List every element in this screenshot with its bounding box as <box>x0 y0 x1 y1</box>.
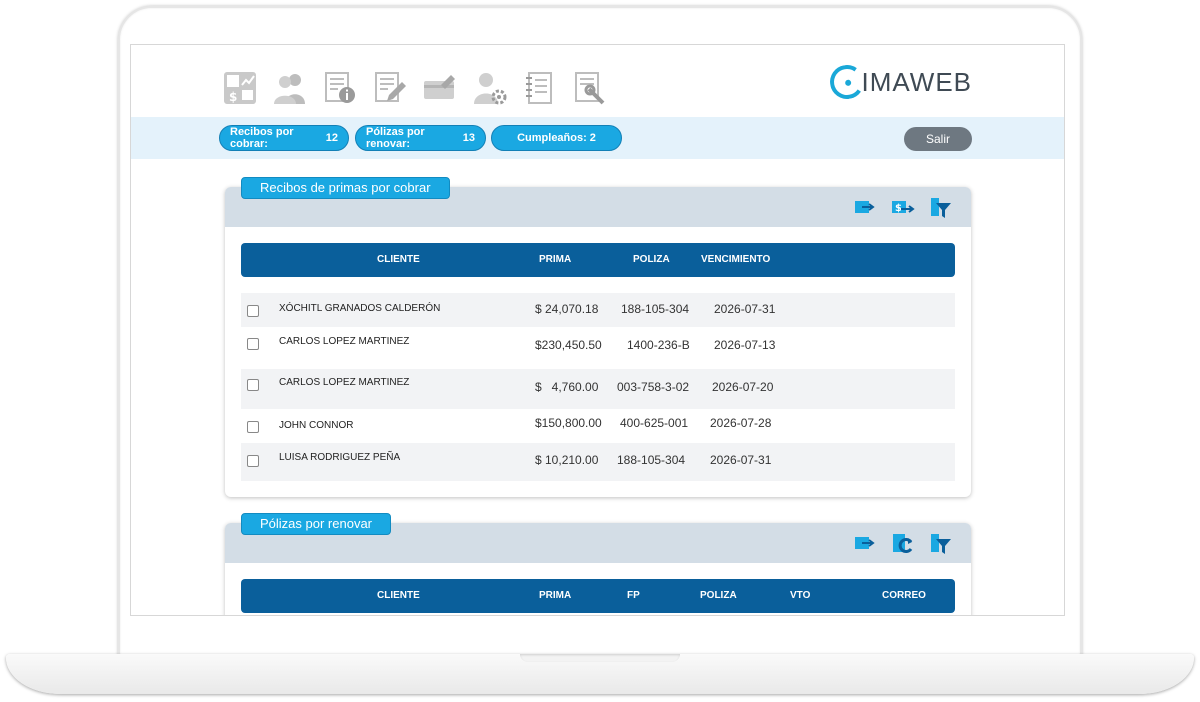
cumpleanos-count: 2 <box>589 132 596 144</box>
row-poliza: 188-105-304 <box>617 453 686 467</box>
logo-mark-icon <box>826 62 867 102</box>
top-bar: $ IMAWEB <box>131 45 1064 117</box>
row-prima: $ 24,070.18 <box>535 302 599 316</box>
policy-edit-icon[interactable] <box>373 71 407 105</box>
export-icon[interactable] <box>853 533 877 555</box>
row-checkbox[interactable] <box>247 305 259 317</box>
polizas-panel-tools <box>853 533 953 555</box>
nav-icons: $ <box>223 71 607 105</box>
logout-button[interactable]: Salir <box>904 127 972 151</box>
recibos-panel: Recibos de primas por cobrar $ CLIENTE P… <box>225 177 971 497</box>
row-cliente: CARLOS LOPEZ MARTINEZ <box>279 377 410 388</box>
row-checkbox[interactable] <box>247 455 259 467</box>
table-row[interactable]: CARLOS LOPEZ MARTINEZ $230,450.50 1400-2… <box>241 327 955 367</box>
clients-icon[interactable] <box>273 71 307 105</box>
row-vencimiento: 2026-07-28 <box>710 416 772 430</box>
row-checkbox[interactable] <box>247 421 259 433</box>
col-poliza[interactable]: POLIZA <box>633 254 670 265</box>
row-prima: $150,800.00 <box>535 416 602 430</box>
svg-text:$: $ <box>229 90 237 104</box>
svg-text:$: $ <box>895 203 902 214</box>
col-fp[interactable]: FP <box>627 590 640 601</box>
polizas-panel-title: Pólizas por renovar <box>241 513 391 535</box>
col-cliente[interactable]: CLIENTE <box>377 254 420 265</box>
cumpleanos-badge[interactable]: Cumpleaños: 2 <box>491 125 622 151</box>
user-settings-icon[interactable] <box>473 71 507 105</box>
policy-info-icon[interactable] <box>323 71 357 105</box>
table-row[interactable]: JOHN CONNOR $150,800.00 400-625-001 2026… <box>241 411 955 445</box>
status-strip: Recibos por cobrar: 12 Pólizas por renov… <box>131 117 1064 159</box>
notebook-icon[interactable] <box>523 71 557 105</box>
col-vencimiento[interactable]: VENCIMIENTO <box>701 254 770 265</box>
row-poliza: 003-758-3-02 <box>617 380 690 394</box>
col-prima[interactable]: PRIMA <box>539 590 571 601</box>
row-prima: $ 4,760.00 <box>535 380 599 394</box>
recibos-count: 12 <box>325 132 338 144</box>
recibos-panel-title: Recibos de primas por cobrar <box>241 177 450 199</box>
cumpleanos-label: Cumpleaños: <box>517 132 587 144</box>
row-poliza: 188-105-304 <box>621 302 690 316</box>
laptop-notch <box>520 654 680 662</box>
payment-card-icon[interactable] <box>423 71 457 105</box>
recibos-table-header: CLIENTE PRIMA POLIZA VENCIMIENTO <box>241 243 955 277</box>
row-checkbox[interactable] <box>247 379 259 391</box>
col-correo[interactable]: CORREO <box>882 590 926 601</box>
filter-icon[interactable] <box>929 533 953 555</box>
polizas-table-header: CLIENTE PRIMA FP POLIZA VTO CORREO <box>241 579 955 613</box>
filter-icon[interactable] <box>929 197 953 219</box>
col-vto[interactable]: VTO <box>790 590 810 601</box>
row-cliente: JOHN CONNOR <box>279 420 354 431</box>
row-vencimiento: 2026-07-13 <box>714 338 776 352</box>
renew-icon[interactable] <box>891 533 915 555</box>
polizas-por-renovar-badge[interactable]: Pólizas por renovar: 13 <box>355 125 486 151</box>
row-cliente: LUISA RODRIGUEZ PEÑA <box>279 452 401 463</box>
polizas-panel: Pólizas por renovar CLIENTE PRIMA FP POL… <box>225 513 971 615</box>
polizas-label: Pólizas por renovar: <box>366 126 425 150</box>
export-icon[interactable] <box>853 197 877 219</box>
recibos-por-cobrar-badge[interactable]: Recibos por cobrar: 12 <box>219 125 349 151</box>
row-cliente: CARLOS LOPEZ MARTINEZ <box>279 336 410 347</box>
col-poliza[interactable]: POLIZA <box>700 590 737 601</box>
payment-export-icon[interactable]: $ <box>891 197 915 219</box>
col-prima[interactable]: PRIMA <box>539 254 571 265</box>
row-vencimiento: 2026-07-31 <box>714 302 776 316</box>
row-poliza: 400-625-001 <box>620 416 689 430</box>
document-tools-icon[interactable] <box>573 71 607 105</box>
row-checkbox[interactable] <box>247 338 259 350</box>
recibos-label: Recibos por cobrar: <box>230 126 294 150</box>
row-vencimiento: 2026-07-20 <box>712 380 774 394</box>
polizas-panel-header: Pólizas por renovar <box>225 513 971 563</box>
row-vencimiento: 2026-07-31 <box>710 453 772 467</box>
polizas-count: 13 <box>462 132 475 144</box>
row-prima: $ 10,210.00 <box>535 453 599 467</box>
logo-text: IMAWEB <box>861 66 972 97</box>
cimaweb-logo: IMAWEB <box>826 62 972 102</box>
recibos-panel-tools: $ <box>853 197 953 219</box>
table-row[interactable]: LUISA RODRIGUEZ PEÑA $ 10,210.00 188-105… <box>241 443 955 481</box>
app-screen: $ IMAWEB Recibos por cobrar: 12 Pólizas … <box>130 44 1065 616</box>
row-cliente: XÓCHITL GRANADOS CALDERÓN <box>279 303 441 314</box>
recibos-panel-header: Recibos de primas por cobrar $ <box>225 177 971 227</box>
table-row[interactable]: XÓCHITL GRANADOS CALDERÓN $ 24,070.18 18… <box>241 293 955 327</box>
table-row[interactable]: CARLOS LOPEZ MARTINEZ $ 4,760.00 003-758… <box>241 369 955 409</box>
finance-dashboard-icon[interactable]: $ <box>223 71 257 105</box>
row-prima: $230,450.50 <box>535 338 602 352</box>
row-poliza: 1400-236-B <box>627 338 690 352</box>
col-cliente[interactable]: CLIENTE <box>377 590 420 601</box>
